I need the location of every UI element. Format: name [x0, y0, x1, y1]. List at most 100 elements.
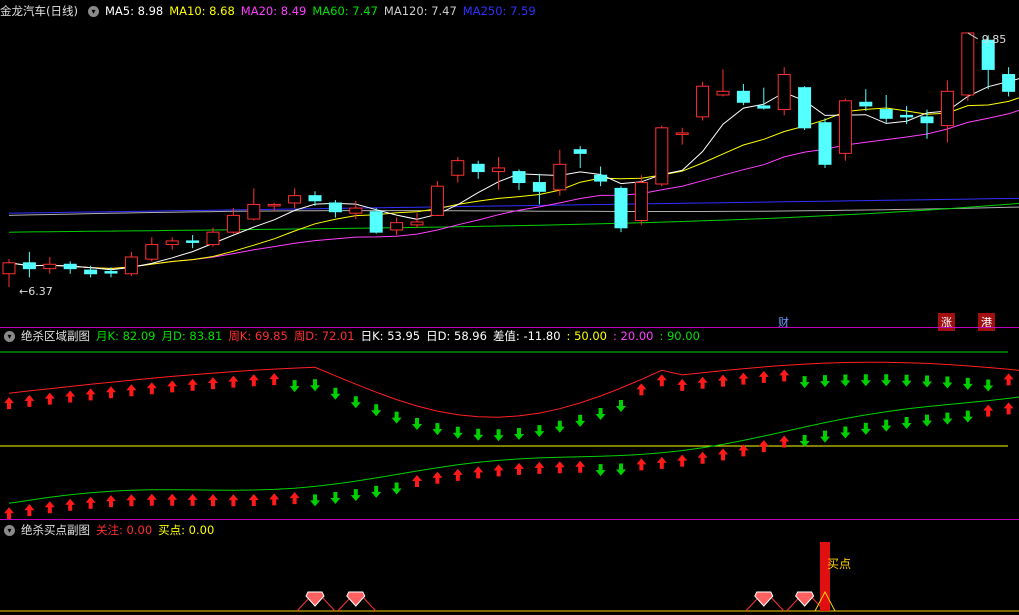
candle-body [104, 271, 118, 274]
weekly-signal-arrow [330, 492, 341, 505]
candle-body [594, 174, 608, 182]
main-chart-panel: 金龙汽车(日线) ▾ MA5: 8.98 MA10: 8.68 MA20: 8.49… [0, 0, 1019, 331]
ma-legend-item-5: MA250: 7.59 [462, 4, 536, 18]
ma-legend-item-0: MA5: 8.98 [104, 4, 164, 18]
daily-signal-arrow [85, 388, 96, 401]
candle-body [961, 32, 975, 96]
weekly-signal-arrow [371, 485, 382, 498]
candle-body [22, 262, 36, 270]
candle-body [634, 182, 648, 221]
weekly-signal-arrow [208, 494, 218, 507]
weekly-signal-arrow [493, 464, 504, 477]
weekly-signal-arrow [595, 464, 606, 477]
low-price-label: ←6.37 [19, 285, 53, 298]
candle-body [573, 149, 587, 154]
buy-legend-item-1: 买点: 0.00 [158, 523, 215, 537]
candle-body [736, 90, 750, 103]
daily-signal-arrow [779, 369, 790, 382]
buy-legend-values: 关注: 0.00 买点: 0.00 [96, 522, 220, 538]
candlestick-chart[interactable]: 9.85 ←6.37 [0, 0, 1019, 330]
weekly-signal-arrow [554, 461, 565, 474]
weekly-signal-arrow [677, 454, 688, 467]
stock-title: 金龙汽车(日线) [0, 4, 78, 18]
weekly-signal-arrow [432, 471, 443, 484]
weekly-signal-arrow [44, 501, 55, 514]
candle-body [288, 195, 302, 204]
daily-signal-arrow [330, 387, 341, 400]
settings-circle-icon[interactable]: ▾ [87, 5, 99, 17]
candle-body [716, 90, 730, 96]
weekly-signal-arrow [962, 410, 973, 423]
daily-signal-arrow [840, 374, 851, 387]
daily-signal-arrow [473, 428, 484, 441]
ma-legend: MA5: 8.98 MA10: 8.68 MA20: 8.49 MA60: 7.47 M… [105, 4, 542, 18]
daily-signal-arrow [656, 374, 667, 387]
weekly-signal-arrow [473, 466, 484, 479]
candle-body [879, 109, 893, 119]
candle-body [124, 256, 138, 275]
buy-bar [820, 542, 830, 611]
daily-signal-arrow [616, 400, 626, 413]
candle-body [430, 185, 444, 216]
daily-signal-arrow [575, 414, 586, 427]
candle-body [308, 195, 322, 202]
settings-circle-icon[interactable]: ▾ [4, 524, 15, 536]
buy-title: 绝杀买点副图 [21, 523, 90, 537]
daily-signal-arrow [1003, 373, 1014, 386]
zone-legend-item-4: 日K: 53.95 [360, 329, 421, 343]
daily-signal-arrow [881, 374, 892, 387]
candle-body [186, 240, 200, 243]
weekly-signal-arrow [758, 440, 769, 453]
zone-indicator-chart[interactable] [0, 327, 1019, 520]
ma60-line [8, 202, 1019, 233]
daily-signal-arrow [738, 372, 749, 385]
weekly-signal-arrow [146, 493, 157, 506]
daily-signal-arrow [310, 379, 320, 392]
daily-signal-arrow [758, 370, 769, 383]
zone-indicator-panel: ▾ 绝杀区域副图 月K: 82.09 月D: 83.81 周K: 69.85 周D: … [0, 327, 1019, 520]
daily-signal-arrow [677, 378, 688, 391]
daily-signal-arrow [412, 417, 422, 430]
weekly-signal-arrow [983, 404, 994, 417]
candle-body [1002, 74, 1016, 92]
ma-legend-item-4: MA120: 7.47 [383, 4, 457, 18]
candle-body [777, 74, 791, 111]
candle-body [84, 269, 98, 275]
zone-legend-item-0: 月K: 82.09 [96, 329, 156, 343]
buy-indicator-panel: ▾ 绝杀买点副图 关注: 0.00 买点: 0.00 买点 [0, 520, 1019, 615]
daily-signal-arrow [65, 390, 76, 403]
ma20-line [8, 109, 1019, 270]
zone-legend-item-9: : 90.00 [659, 329, 700, 343]
weekly-signal-arrow [656, 456, 667, 469]
daily-signal-arrow [514, 427, 524, 440]
weekly-signal-arrow [187, 493, 198, 506]
weekly-signal-arrow [922, 414, 932, 427]
candle-body [390, 222, 404, 231]
weekly-signal-arrow [85, 496, 96, 509]
daily-signal-arrow [554, 420, 565, 433]
candle-body [369, 211, 383, 233]
candle-body [43, 263, 57, 270]
weekly-signal-arrow [820, 430, 830, 443]
zone-legend-item-1: 月D: 83.81 [161, 329, 223, 343]
candle-body [553, 163, 567, 191]
daily-signal-arrow [269, 373, 280, 386]
daily-signal-arrow [248, 374, 259, 387]
daily-signal-arrow [799, 376, 810, 389]
monthly-kd-line [8, 396, 1019, 504]
daily-signal-arrow [371, 404, 382, 417]
daily-signal-arrow [962, 377, 973, 390]
buy-point-label: 买点 [827, 557, 851, 571]
daily-signal-arrow [595, 407, 606, 420]
weekly-signal-arrow [718, 448, 728, 461]
zone-legend-item-2: 周K: 69.85 [228, 329, 288, 343]
diamond-icon [754, 591, 774, 607]
daily-signal-arrow [126, 384, 137, 397]
daily-signal-arrow [718, 374, 728, 387]
daily-signal-arrow [493, 429, 504, 442]
daily-signal-arrow [820, 375, 830, 388]
settings-circle-icon[interactable]: ▾ [4, 330, 15, 342]
weekly-signal-arrow [228, 494, 239, 507]
daily-signal-arrow [432, 423, 443, 436]
weekly-signal-arrow [636, 458, 647, 471]
